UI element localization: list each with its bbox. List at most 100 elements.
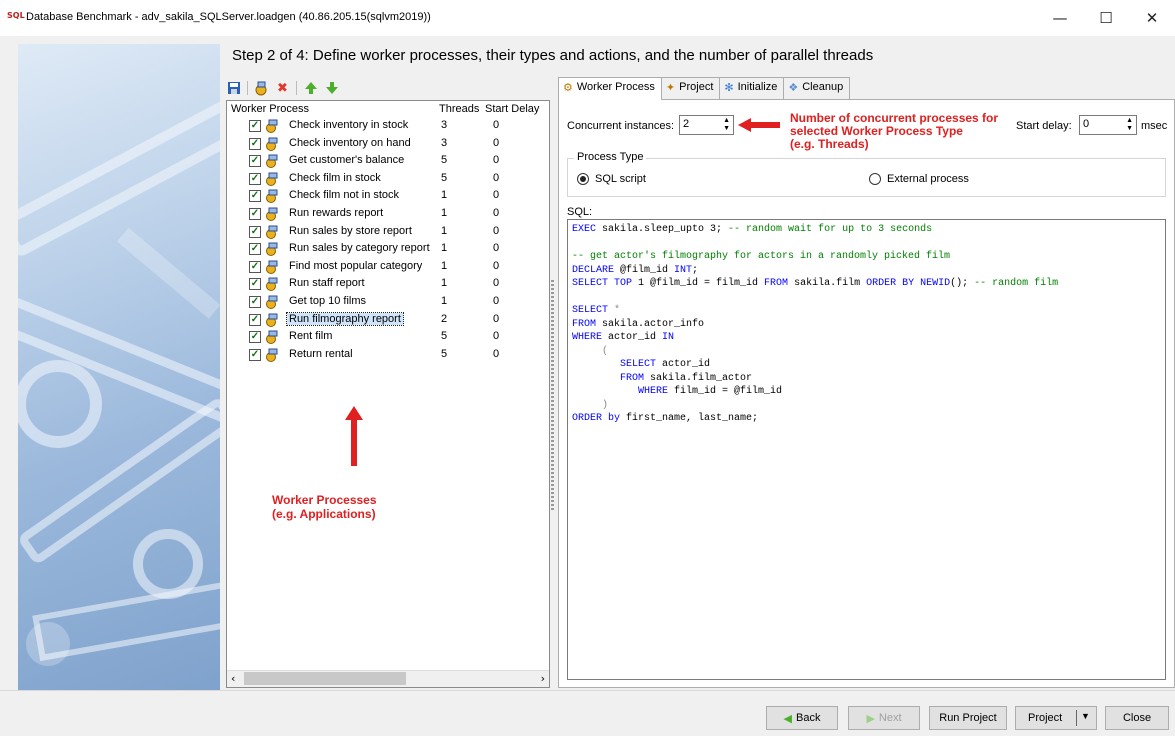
sql-token: actor_id (602, 332, 663, 343)
checkbox-icon[interactable]: ✓ (249, 331, 261, 344)
worker-process-row[interactable]: ✓ Run rewards report 1 0 (227, 205, 549, 223)
worker-process-row[interactable]: ✓ Find most popular category 1 0 (227, 258, 549, 276)
radio-label: SQL script (595, 173, 646, 185)
button-label: Close (1122, 712, 1152, 724)
worker-process-icon (265, 154, 279, 169)
sql-script-radio[interactable]: SQL script (577, 173, 646, 185)
worker-process-row[interactable]: ✓ Run sales by category report 1 0 (227, 240, 549, 258)
scroll-left-icon[interactable]: ‹ (231, 672, 235, 685)
worker-process-row[interactable]: ✓ Check inventory in stock 3 0 (227, 117, 549, 135)
spin-up-icon[interactable]: ▲ (1126, 117, 1133, 124)
move-up-icon[interactable] (303, 81, 318, 96)
spin-up-icon[interactable]: ▲ (723, 117, 730, 124)
checkbox-icon[interactable]: ✓ (249, 313, 261, 326)
radio-unselected-icon (869, 173, 881, 185)
worker-process-row[interactable]: ✓ Run filmography report 2 0 (227, 311, 549, 329)
process-threads: 5 (441, 330, 448, 343)
move-down-icon[interactable] (324, 81, 339, 96)
tab-initialize[interactable]: ✻ Initialize (719, 77, 785, 99)
close-window-button[interactable]: ✕ (1129, 0, 1175, 36)
process-name: Check film in stock (289, 171, 381, 184)
add-process-icon[interactable] (254, 81, 269, 96)
process-name: Rent film (289, 330, 333, 343)
sql-token: DECLARE (572, 264, 615, 276)
process-start-delay: 0 (493, 207, 500, 219)
checkbox-icon[interactable]: ✓ (249, 225, 261, 238)
tab-project[interactable]: ✦ Project (660, 77, 721, 99)
worker-process-row[interactable]: ✓ Check film not in stock 1 0 (227, 187, 549, 205)
annotation-line: (e.g. Threads) (790, 137, 869, 151)
checkbox-icon[interactable]: ✓ (249, 137, 261, 150)
panel-splitter[interactable] (551, 280, 554, 512)
process-start-delay: 0 (493, 295, 500, 307)
sql-token: sakila.actor_info (596, 318, 705, 330)
chevron-down-icon[interactable]: ▼ (1081, 711, 1090, 721)
process-name: Run sales by store report (289, 224, 412, 237)
checkbox-icon[interactable]: ✓ (249, 208, 261, 220)
external-process-radio[interactable]: External process (869, 173, 969, 185)
process-start-delay: 0 (493, 259, 500, 272)
scroll-right-icon[interactable]: › (541, 672, 545, 685)
checkbox-icon[interactable]: ✓ (249, 260, 261, 273)
worker-process-row[interactable]: ✓ Rent film 5 0 (227, 328, 549, 346)
sql-line: -- get actor's filmography for actors in… (572, 250, 1161, 264)
scrollbar-thumb[interactable] (244, 672, 406, 685)
worker-process-row[interactable]: ✓ Check film in stock 5 0 (227, 170, 549, 188)
process-threads: 5 (441, 154, 448, 167)
spin-down-icon[interactable]: ▼ (723, 125, 730, 132)
close-button[interactable]: Close (1105, 706, 1169, 730)
minimize-button[interactable]: — (1037, 0, 1083, 36)
save-icon[interactable] (226, 81, 241, 96)
column-header-process[interactable]: Worker Process (231, 103, 309, 115)
process-threads: 1 (441, 295, 448, 307)
sql-token: -- get actor's filmography for actors in… (572, 251, 951, 262)
worker-process-list[interactable]: Worker Process Threads Start Delay ✓ Chec… (226, 100, 550, 688)
sql-editor[interactable]: EXEC sakila.sleep_upto 3; -- random wait… (567, 219, 1166, 680)
back-button[interactable]: ◀ Back (766, 706, 838, 730)
concurrent-instances-spinner[interactable]: 2 ▲ ▼ (679, 115, 734, 135)
delete-icon[interactable]: ✖ (275, 81, 290, 96)
worker-process-icon (265, 242, 279, 257)
checkbox-icon[interactable]: ✓ (249, 155, 261, 168)
checkbox-icon[interactable]: ✓ (249, 296, 261, 308)
checkbox-icon[interactable]: ✓ (249, 172, 261, 185)
worker-process-row[interactable]: ✓ Run staff report 1 0 (227, 275, 549, 293)
sql-line: FROM sakila.film_actor (572, 372, 1161, 386)
tab-cleanup[interactable]: ❖ Cleanup (783, 77, 851, 99)
column-header-threads[interactable]: Threads (439, 103, 479, 115)
checkbox-icon[interactable]: ✓ (249, 243, 261, 256)
checkbox-icon[interactable]: ✓ (249, 120, 261, 132)
process-start-delay: 0 (493, 277, 500, 290)
worker-process-row[interactable]: ✓ Get top 10 films 1 0 (227, 293, 549, 311)
project-icon: ✦ (665, 82, 676, 94)
worker-process-row[interactable]: ✓ Run sales by store report 1 0 (227, 223, 549, 241)
checkbox-icon[interactable]: ✓ (249, 348, 261, 361)
worker-process-row[interactable]: ✓ Check inventory on hand 3 0 (227, 135, 549, 153)
footer-divider (0, 690, 1175, 691)
tab-worker-process[interactable]: ⚙ Worker Process (558, 77, 662, 100)
checkbox-icon[interactable]: ✓ (249, 278, 261, 291)
sql-token: (); (950, 278, 975, 289)
back-arrow-icon: ◀ (783, 712, 792, 725)
sql-token: SELECT TOP (572, 278, 633, 289)
worker-process-icon (265, 277, 279, 292)
radio-selected-icon (577, 173, 589, 185)
checkbox-icon[interactable]: ✓ (249, 190, 261, 203)
sql-token: WHERE (638, 386, 669, 397)
maximize-button[interactable]: ☐ (1083, 0, 1129, 36)
worker-process-row[interactable]: ✓ Return rental 5 0 (227, 346, 549, 364)
sql-token: ( (572, 345, 609, 357)
worker-process-row[interactable]: ✓ Get customer's balance 5 0 (227, 152, 549, 170)
column-header-delay[interactable]: Start Delay (485, 103, 539, 115)
start-delay-spinner[interactable]: 0 ▲ ▼ (1079, 115, 1137, 135)
process-start-delay: 0 (493, 154, 500, 167)
sql-token: FROM (620, 372, 645, 384)
sql-token: actor_id (656, 359, 711, 370)
run-project-button[interactable]: Run Project (929, 706, 1007, 730)
spin-down-icon[interactable]: ▼ (1126, 125, 1133, 132)
next-button[interactable]: ▶ Next (848, 706, 920, 730)
project-dropdown-button[interactable]: Project ▼ (1015, 706, 1097, 730)
worker-process-icon (265, 225, 279, 239)
sql-token: -- random film (974, 278, 1059, 289)
